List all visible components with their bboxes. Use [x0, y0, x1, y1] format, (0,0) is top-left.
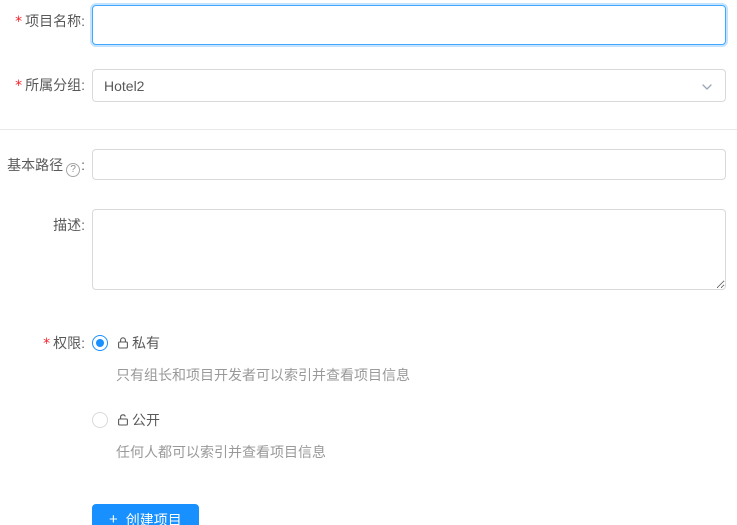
group-select-value: Hotel2	[104, 77, 145, 94]
label-colon: :	[81, 13, 85, 29]
form-row-group: * 所属分组: Hotel2	[0, 69, 737, 102]
required-asterisk: *	[15, 14, 23, 30]
create-project-button-label: 创建项目	[125, 511, 182, 525]
chevron-down-icon	[701, 80, 713, 92]
form-row-project-name: * 项目名称:	[0, 5, 737, 45]
project-name-control	[92, 5, 726, 45]
radio-public[interactable]	[92, 412, 108, 428]
base-path-label-text: 基本路径	[7, 157, 64, 173]
public-label-text: 公开	[132, 412, 160, 428]
permission-label-text: 权限	[53, 335, 82, 351]
permission-option-private[interactable]: 私有	[92, 333, 726, 353]
form-row-submit: + 创建项目	[0, 504, 737, 525]
required-asterisk: *	[15, 78, 23, 94]
public-option-label: 公开	[116, 410, 160, 430]
project-name-label-text: 项目名称	[25, 13, 82, 29]
label-colon: :	[81, 77, 85, 93]
submit-control: + 创建项目	[92, 504, 726, 525]
unlock-icon	[118, 414, 128, 426]
permission-control: 私有 只有组长和项目开发者可以索引并查看项目信息 公开 任何人都可以索引并查看项…	[92, 333, 726, 462]
description-label-text: 描述	[53, 217, 82, 233]
public-option-desc: 任何人都可以索引并查看项目信息	[116, 444, 326, 460]
form-row-description: 描述:	[0, 209, 737, 293]
private-option-desc: 只有组长和项目开发者可以索引并查看项目信息	[116, 367, 410, 383]
permission-label: * 权限:	[0, 333, 85, 353]
private-option-label: 私有	[116, 333, 160, 353]
required-asterisk: *	[43, 336, 51, 352]
lock-icon	[118, 337, 128, 349]
description-textarea[interactable]	[92, 209, 726, 290]
group-control: Hotel2	[92, 69, 726, 102]
form-row-base-path: 基本路径?:	[0, 149, 737, 180]
description-control	[92, 209, 726, 293]
project-name-input[interactable]	[92, 5, 726, 45]
group-select[interactable]: Hotel2	[92, 69, 726, 102]
question-circle-icon[interactable]: ?	[66, 163, 81, 177]
form-row-permission: * 权限: 私有 只有组长和项目开发者可以索引并查看项目信息 公开 任何人都可以…	[0, 333, 737, 462]
create-project-form: * 项目名称: * 所属分组: Hotel2 基本路径?: 描述: * 权限: …	[0, 5, 737, 525]
label-colon: :	[81, 217, 85, 233]
submit-spacer	[0, 504, 85, 510]
group-label: * 所属分组:	[0, 69, 85, 95]
base-path-label: 基本路径?:	[0, 149, 85, 177]
permission-option-public[interactable]: 公开	[92, 410, 726, 430]
label-colon: :	[81, 335, 85, 351]
create-project-button[interactable]: + 创建项目	[92, 504, 199, 525]
label-colon: :	[81, 157, 85, 173]
base-path-control	[92, 149, 726, 180]
private-label-text: 私有	[132, 335, 160, 351]
base-path-input[interactable]	[92, 149, 726, 180]
description-label: 描述:	[0, 209, 85, 235]
project-name-label: * 项目名称:	[0, 5, 85, 31]
group-label-text: 所属分组	[25, 77, 82, 93]
section-divider	[0, 129, 737, 130]
plus-icon: +	[109, 511, 118, 525]
radio-private[interactable]	[92, 335, 108, 351]
